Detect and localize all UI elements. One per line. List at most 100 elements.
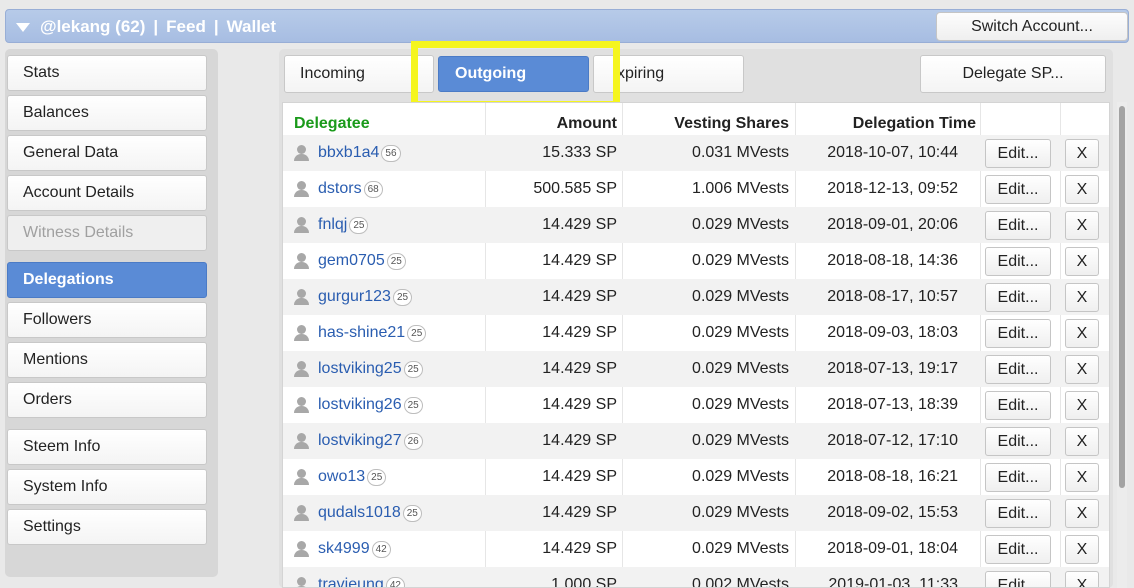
vesting-cell: 0.029 MVests — [692, 468, 789, 485]
table-row[interactable]: sk4999 42 14.429 SP 0.029 MVests 2018-09-01,… — [283, 531, 1109, 567]
table-row[interactable]: owo13 25 14.429 SP 0.029 MVests 2018-08-18, … — [283, 459, 1109, 495]
remove-button[interactable]: X — [1065, 571, 1099, 587]
sidebar-item-stats[interactable]: Stats — [7, 55, 207, 91]
edit-button[interactable]: Edit... — [985, 535, 1051, 564]
switch-account-button[interactable]: Switch Account... — [936, 12, 1128, 41]
reputation-badge: 25 — [392, 288, 413, 306]
delegatee-link[interactable]: fnlqj — [318, 216, 347, 234]
remove-button[interactable]: X — [1065, 175, 1099, 204]
caret-down-icon[interactable] — [16, 22, 30, 32]
reputation-badge: 25 — [403, 360, 423, 378]
time-cell: 2018-07-13, 19:17 — [827, 360, 958, 377]
remove-button[interactable]: X — [1065, 319, 1099, 348]
remove-button[interactable]: X — [1065, 211, 1099, 240]
table-row[interactable]: dstors 68 500.585 SP 1.006 MVests 2018-12-13… — [283, 171, 1109, 207]
vesting-cell: 0.029 MVests — [692, 360, 789, 377]
delegatee-link[interactable]: travieung — [318, 576, 384, 587]
remove-button[interactable]: X — [1065, 391, 1099, 420]
delegatee-link[interactable]: owo13 — [318, 468, 365, 486]
sidebar-item-mentions[interactable]: Mentions — [7, 342, 207, 378]
delegatee-link[interactable]: gem0705 — [318, 252, 385, 270]
edit-button[interactable]: Edit... — [985, 211, 1051, 240]
edit-button[interactable]: Edit... — [985, 571, 1051, 587]
vesting-cell: 0.029 MVests — [692, 540, 789, 557]
amount-cell: 14.429 SP — [542, 396, 617, 413]
reputation-badge: 42 — [371, 540, 391, 558]
delegatee-link[interactable]: bbxb1a4 — [318, 144, 379, 162]
scrollbar-thumb[interactable] — [1119, 106, 1125, 488]
edit-button[interactable]: Edit... — [985, 427, 1051, 456]
delegatee-link[interactable]: dstors — [318, 180, 362, 198]
delegatee-link[interactable]: lostviking26 — [318, 396, 402, 414]
remove-button[interactable]: X — [1065, 499, 1099, 528]
account-label[interactable]: @lekang (62) — [40, 17, 145, 37]
amount-cell: 14.429 SP — [542, 288, 617, 305]
header-amount[interactable]: Amount — [486, 111, 617, 137]
header-vesting-shares[interactable]: Vesting Shares — [623, 111, 789, 137]
edit-button[interactable]: Edit... — [985, 175, 1051, 204]
wallet-link[interactable]: Wallet — [227, 17, 276, 37]
edit-button[interactable]: Edit... — [985, 391, 1051, 420]
edit-button[interactable]: Edit... — [985, 139, 1051, 168]
delegatee-link[interactable]: has-shine21 — [318, 324, 405, 342]
table-row[interactable]: qudals1018 25 14.429 SP 0.029 MVests 2018-09… — [283, 495, 1109, 531]
remove-button[interactable]: X — [1065, 535, 1099, 564]
sidebar-item-system-info[interactable]: System Info — [7, 469, 207, 505]
user-icon — [294, 181, 309, 197]
sidebar-item-balances[interactable]: Balances — [7, 95, 207, 131]
table-row[interactable]: lostviking25 25 14.429 SP 0.029 MVests 2018-… — [283, 351, 1109, 387]
feed-link[interactable]: Feed — [166, 17, 206, 37]
remove-button[interactable]: X — [1065, 355, 1099, 384]
delegations-table: Delegatee Amount Vesting Shares Delegati… — [282, 102, 1110, 588]
table-row[interactable]: gem0705 25 14.429 SP 0.029 MVests 2018-08-18… — [283, 243, 1109, 279]
reputation-badge: 25 — [367, 468, 387, 486]
sidebar-item-settings[interactable]: Settings — [7, 509, 207, 545]
table-row[interactable]: travieung 42 1.000 SP 0.002 MVests 2019-01-0… — [283, 567, 1109, 588]
user-icon — [294, 361, 309, 377]
remove-button[interactable]: X — [1065, 139, 1099, 168]
reputation-badge: 68 — [363, 180, 383, 198]
user-icon — [294, 505, 309, 521]
remove-button[interactable]: X — [1065, 247, 1099, 276]
remove-button[interactable]: X — [1065, 283, 1099, 312]
amount-cell: 14.429 SP — [542, 252, 617, 269]
delegatee-cell: bbxb1a4 56 — [294, 135, 401, 171]
delegatee-link[interactable]: lostviking25 — [318, 360, 402, 378]
delegate-sp-button[interactable]: Delegate SP... — [920, 55, 1106, 93]
edit-button[interactable]: Edit... — [985, 283, 1051, 312]
delegatee-cell: fnlqj 25 — [294, 207, 369, 243]
delegatee-link[interactable]: sk4999 — [318, 540, 370, 558]
account-title[interactable]: @lekang (62) | Feed | Wallet — [16, 17, 276, 37]
sidebar-item-account-details[interactable]: Account Details — [7, 175, 207, 211]
table-row[interactable]: has-shine21 25 14.429 SP 0.029 MVests 2018-0… — [283, 315, 1109, 351]
sidebar-item-steem-info[interactable]: Steem Info — [7, 429, 207, 465]
delegatee-link[interactable]: qudals1018 — [318, 504, 401, 522]
vesting-cell: 0.029 MVests — [692, 252, 789, 269]
vesting-cell: 0.031 MVests — [692, 144, 789, 161]
header-delegation-time[interactable]: Delegation Time — [796, 111, 976, 137]
time-cell: 2019-01-03, 11:33 — [828, 576, 958, 588]
table-row[interactable]: fnlqj 25 14.429 SP 0.029 MVests 2018-09-01, … — [283, 207, 1109, 243]
table-row[interactable]: gurgur123 25 14.429 SP 0.029 MVests 2018-08-… — [283, 279, 1109, 315]
header-delegatee[interactable]: Delegatee — [294, 111, 370, 137]
remove-button[interactable]: X — [1065, 427, 1099, 456]
sidebar-item-delegations[interactable]: Delegations — [7, 262, 207, 298]
edit-button[interactable]: Edit... — [985, 463, 1051, 492]
reputation-badge: 26 — [403, 432, 423, 450]
remove-button[interactable]: X — [1065, 463, 1099, 492]
edit-button[interactable]: Edit... — [985, 355, 1051, 384]
table-row[interactable]: bbxb1a4 56 15.333 SP 0.031 MVests 2018-10-07… — [283, 135, 1109, 171]
edit-button[interactable]: Edit... — [985, 319, 1051, 348]
delegatee-link[interactable]: lostviking27 — [318, 432, 402, 450]
edit-button[interactable]: Edit... — [985, 499, 1051, 528]
sidebar-item-orders[interactable]: Orders — [7, 382, 207, 418]
sidebar-item-general-data[interactable]: General Data — [7, 135, 207, 171]
edit-button[interactable]: Edit... — [985, 247, 1051, 276]
table-row[interactable]: lostviking26 25 14.429 SP 0.029 MVests 2018-… — [283, 387, 1109, 423]
time-cell: 2018-12-13, 09:52 — [827, 180, 958, 197]
table-row[interactable]: lostviking27 26 14.429 SP 0.029 MVests 2018-… — [283, 423, 1109, 459]
delegatee-link[interactable]: gurgur123 — [318, 288, 391, 306]
vesting-cell: 1.006 MVests — [692, 180, 789, 197]
amount-cell: 14.429 SP — [542, 468, 617, 485]
sidebar-item-followers[interactable]: Followers — [7, 302, 207, 338]
